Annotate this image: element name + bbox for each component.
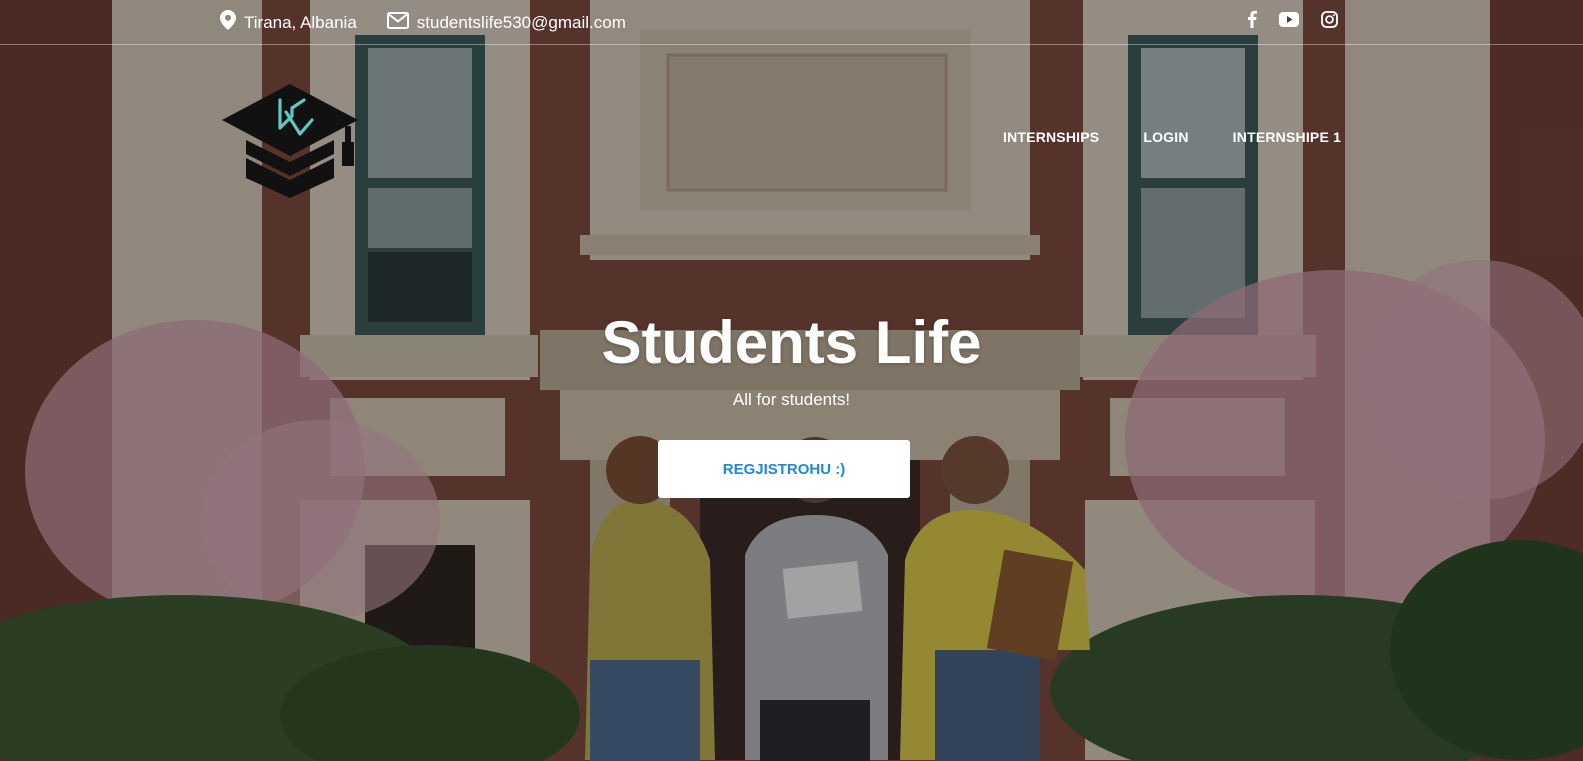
location-text: Tirana, Albania <box>244 12 357 32</box>
youtube-icon[interactable] <box>1279 11 1299 27</box>
nav-internships[interactable]: INTERNSHIPS <box>1003 129 1099 145</box>
nav-internshipe-1[interactable]: INTERNSHIPE 1 <box>1233 129 1341 145</box>
map-pin-icon <box>220 10 236 35</box>
facebook-icon[interactable] <box>1247 10 1257 28</box>
hero-subtitle: All for students! <box>732 390 851 409</box>
social-links <box>1247 10 1338 28</box>
graduation-cap-logo-icon <box>222 84 358 198</box>
hero-title: Students Life <box>601 309 982 376</box>
main-nav: INTERNSHIPS LOGIN INTERNSHIPE 1 <box>1003 129 1341 145</box>
email-info[interactable]: studentslife530@gmail.com <box>386 11 626 34</box>
location-info: Tirana, Albania <box>220 10 357 35</box>
instagram-icon[interactable] <box>1321 10 1338 28</box>
envelope-icon <box>386 11 409 34</box>
site-logo[interactable] <box>220 82 360 200</box>
nav-login[interactable]: LOGIN <box>1143 129 1188 145</box>
register-button[interactable]: REGJISTROHU :) <box>658 440 910 498</box>
top-info-bar: Tirana, Albania studentslife530@gmail.co… <box>0 0 1583 45</box>
email-text[interactable]: studentslife530@gmail.com <box>417 13 626 33</box>
